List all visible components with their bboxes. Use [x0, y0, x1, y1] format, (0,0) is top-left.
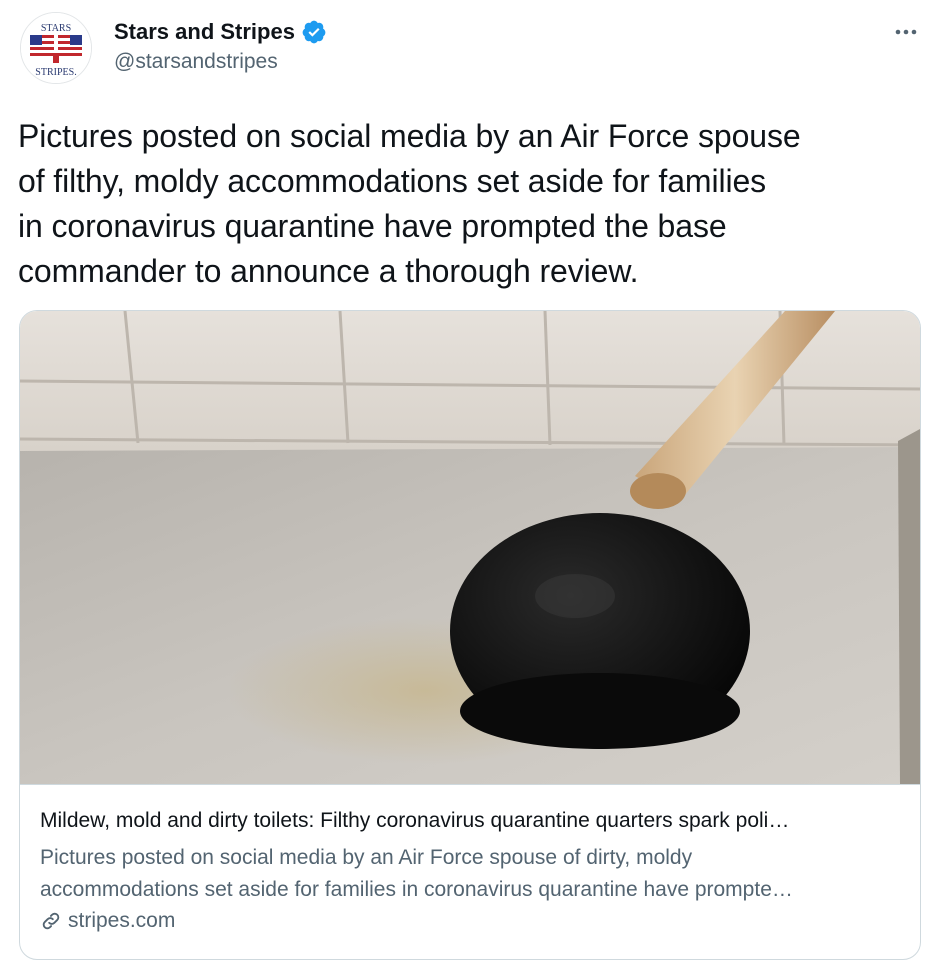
avatar-text-top: STARS [40, 23, 72, 34]
card-description-line: Pictures posted on social media by an Ai… [40, 846, 693, 869]
verified-badge-icon [302, 20, 326, 44]
link-preview-card[interactable]: Mildew, mold and dirty toilets: Filthy c… [19, 310, 921, 960]
display-name[interactable]: Stars and Stripes [114, 19, 295, 45]
card-description: Pictures posted on social media by an Ai… [40, 842, 906, 906]
link-icon [42, 912, 60, 930]
tweet: STARS STRIPES. Stars and Stripes @starsa… [0, 0, 938, 972]
toilet-plunger-photo[interactable] [20, 311, 920, 785]
tweet-text-line: in coronavirus quarantine have prompted … [18, 208, 727, 244]
card-description-line: accommodations set aside for families in… [40, 878, 793, 901]
avatar[interactable]: STARS STRIPES. [20, 12, 92, 84]
tweet-text-line: commander to announce a thorough review. [18, 253, 639, 289]
more-options-icon[interactable] [891, 22, 921, 42]
author-handle[interactable]: @starsandstripes [114, 50, 278, 74]
tweet-text: Pictures posted on social media by an Ai… [18, 114, 933, 294]
avatar-text-bottom: STRIPES. [35, 67, 77, 78]
card-title[interactable]: Mildew, mold and dirty toilets: Filthy c… [40, 807, 906, 835]
tweet-text-line: Pictures posted on social media by an Ai… [18, 118, 801, 154]
card-domain-row[interactable]: stripes.com [40, 907, 175, 935]
author-name-row[interactable]: Stars and Stripes [114, 17, 327, 47]
tweet-text-line: of filthy, moldy accommodations set asid… [18, 163, 767, 199]
card-domain[interactable]: stripes.com [68, 909, 175, 933]
